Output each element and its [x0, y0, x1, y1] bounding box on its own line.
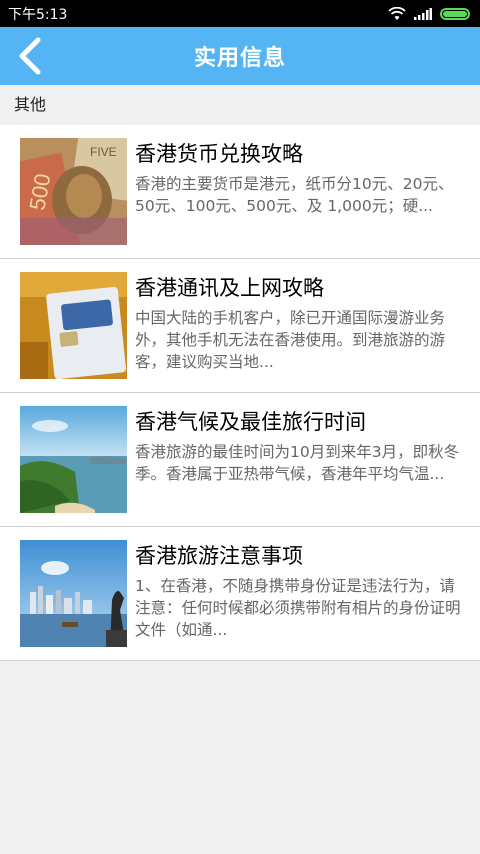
status-bar: 下午5:13 [0, 0, 480, 27]
item-title: 香港气候及最佳旅行时间 [135, 410, 366, 434]
signal-icon [414, 7, 432, 20]
back-button[interactable] [10, 36, 50, 76]
info-list: 500 FIVE 香港货币兑换攻略 香港的主要货币是港元，纸币分10元、20元、… [0, 125, 480, 661]
list-item[interactable]: 香港通讯及上网攻略 中国大陆的手机客户，除已开通国际漫游业务外，其他手机无法在香… [0, 259, 480, 393]
list-item[interactable]: 500 FIVE 香港货币兑换攻略 香港的主要货币是港元，纸币分10元、20元、… [0, 125, 480, 259]
item-title: 香港旅游注意事项 [135, 544, 303, 568]
item-description: 中国大陆的手机客户，除已开通国际漫游业务外，其他手机无法在香港使用。到港旅游的游… [135, 309, 446, 371]
item-title: 香港通讯及上网攻略 [135, 276, 324, 300]
wifi-icon [388, 6, 406, 20]
item-description: 香港的主要货币是港元，纸币分10元、20元、50元、100元、500元、及 1,… [135, 175, 454, 215]
item-description: 1、在香港，不随身携带身份证是违法行为，请注意：任何时候都必须携带附有相片的身份… [135, 577, 461, 639]
status-icons [388, 6, 470, 21]
section-header: 其他 [0, 85, 480, 125]
list-item[interactable]: 香港气候及最佳旅行时间 香港旅游的最佳时间为10月到来年3月，即秋冬季。香港属于… [0, 393, 480, 527]
page-title: 实用信息 [193, 46, 286, 71]
battery-icon [440, 7, 470, 20]
item-title: 香港货币兑换攻略 [135, 142, 303, 166]
list-item[interactable]: 香港旅游注意事项 1、在香港，不随身携带身份证是违法行为，请注意：任何时候都必须… [0, 527, 480, 661]
svg-text:FIVE: FIVE [90, 145, 117, 159]
sim-card-image [20, 272, 127, 379]
item-description: 香港旅游的最佳时间为10月到来年3月，即秋冬季。香港属于亚热带气候，香港年平均气… [135, 443, 460, 483]
chevron-left-icon [19, 37, 41, 75]
harbour-skyline-image [20, 540, 127, 647]
coast-landscape-image [20, 406, 127, 513]
status-time: 下午5:13 [8, 6, 68, 23]
banknotes-image: 500 FIVE [20, 138, 127, 245]
app-bar: 实用信息 [0, 27, 480, 85]
